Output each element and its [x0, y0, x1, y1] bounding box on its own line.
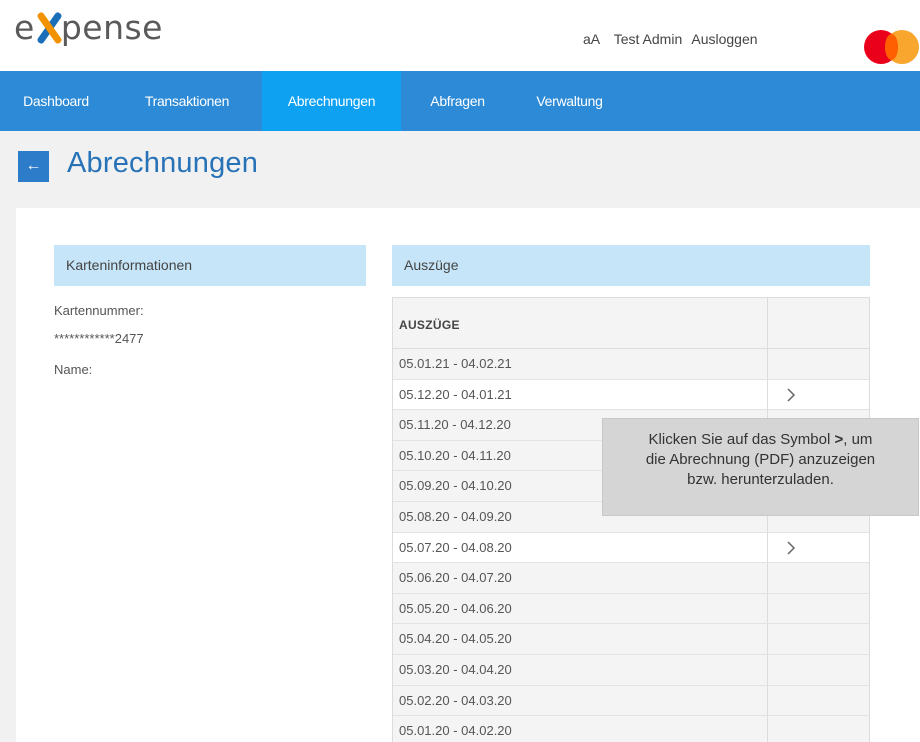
table-row: 05.04.20 - 04.05.20 [393, 624, 869, 655]
column-header-statements: AUSZÜGE [393, 298, 768, 348]
table-row: 05.01.20 - 04.02.20 [393, 716, 869, 742]
card-info-heading: Karteninformationen [54, 245, 366, 286]
table-row: 05.02.20 - 04.03.20 [393, 685, 869, 717]
user-name: Test Admin [613, 31, 683, 47]
tooltip-line-2: die Abrechnung (PDF) anzuzeigen [645, 451, 876, 468]
statement-period: 05.04.20 - 04.05.20 [393, 624, 768, 654]
statement-period: 05.01.21 - 04.02.21 [393, 349, 768, 379]
nav-item-verwaltung[interactable]: Verwaltung [514, 71, 625, 131]
statement-period: 05.05.20 - 04.06.20 [393, 593, 768, 624]
logo-x-mark-icon [36, 11, 63, 45]
nav-item-abrechnungen[interactable]: Abrechnungen [262, 71, 401, 131]
tooltip-line-3: bzw. herunterzuladen. [687, 471, 834, 488]
page-title: Abrechnungen [67, 147, 259, 179]
logo-wordmark: e pense [14, 8, 163, 47]
nav-item-dashboard[interactable]: Dashboard [0, 71, 112, 131]
nav-item-abfragen[interactable]: Abfragen [401, 71, 514, 131]
statement-period: 05.06.20 - 04.07.20 [393, 563, 768, 593]
table-row: 05.05.20 - 04.06.20 [393, 593, 869, 625]
statement-action-cell [768, 380, 869, 410]
mastercard-logo-icon [864, 30, 920, 64]
logo-letters-rest: pense [60, 8, 163, 47]
statements-heading: Auszüge [392, 245, 870, 286]
statement-action-cell [768, 624, 869, 654]
top-header: e pense aA Test Admin Ausloggen [0, 0, 920, 71]
card-number-value: ************2477 [54, 331, 144, 346]
expense-logo[interactable]: e pense [14, 6, 194, 50]
statement-action-cell [768, 716, 869, 742]
table-row: 05.07.20 - 04.08.20 [393, 532, 869, 564]
back-button[interactable]: ← [18, 151, 49, 182]
logo-letter-e: e [14, 8, 35, 47]
statement-action-cell [768, 563, 869, 593]
nav-item-transaktionen[interactable]: Transaktionen [112, 71, 262, 131]
statements-table: AUSZÜGE 05.01.21 - 04.02.21 05.12.20 - 04… [392, 297, 870, 742]
table-row: 05.03.20 - 04.04.20 [393, 654, 869, 686]
font-size-toggle[interactable]: aA [583, 31, 600, 47]
statement-action-cell [768, 686, 869, 716]
chevron-right-icon[interactable] [781, 538, 801, 558]
table-header: AUSZÜGE [393, 298, 869, 349]
table-body: 05.01.21 - 04.02.21 05.12.20 - 04.01.21 05… [393, 349, 869, 742]
main-nav: Dashboard Transaktionen Abrechnungen Abf… [0, 71, 920, 131]
card-number-label: Kartennummer: [54, 303, 144, 318]
statement-period: 05.01.20 - 04.02.20 [393, 716, 768, 742]
name-label: Name: [54, 362, 93, 377]
table-row: 05.06.20 - 04.07.20 [393, 563, 869, 594]
statement-action-cell [768, 594, 869, 624]
statement-period: 05.12.20 - 04.01.21 [393, 379, 768, 410]
statement-period: 05.02.20 - 04.03.20 [393, 685, 768, 716]
statement-action-cell [768, 349, 869, 379]
table-row: 05.01.21 - 04.02.21 [393, 349, 869, 380]
logout-link[interactable]: Ausloggen [691, 31, 757, 47]
table-row: 05.12.20 - 04.01.21 [393, 379, 869, 411]
statement-period: 05.03.20 - 04.04.20 [393, 654, 768, 685]
arrow-left-icon: ← [25, 157, 42, 174]
tooltip-line-1: Klicken Sie auf das Symbol >, um [648, 431, 873, 448]
pdf-hint-tooltip: Klicken Sie auf das Symbol >, um die Abr… [602, 418, 919, 516]
statement-action-cell [768, 533, 869, 563]
user-area: aA Test Admin Ausloggen [583, 31, 764, 47]
statement-action-cell [768, 655, 869, 685]
statement-period: 05.07.20 - 04.08.20 [393, 532, 768, 563]
column-header-action [768, 298, 869, 348]
chevron-right-icon[interactable] [781, 385, 801, 405]
